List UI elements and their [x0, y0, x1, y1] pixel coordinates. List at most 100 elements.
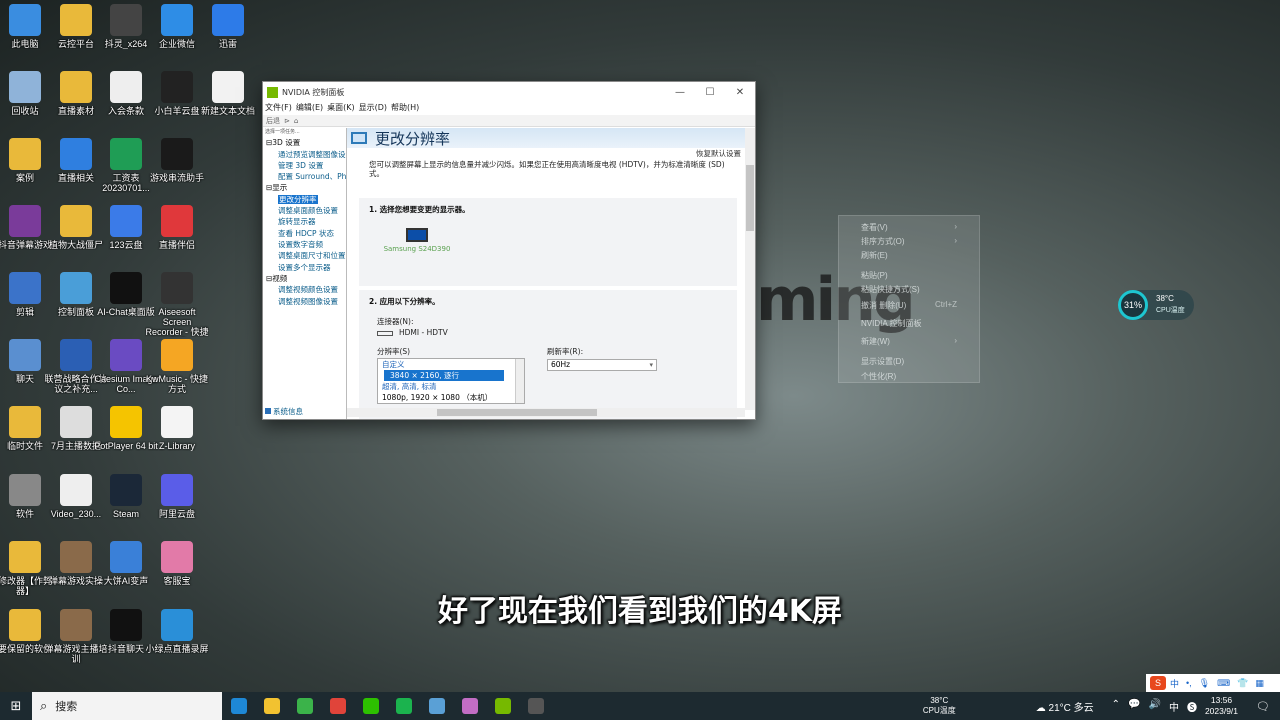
nvidia-control-panel-window[interactable]: NVIDIA 控制面板 — ☐ ✕ 文件(F) 编辑(E) 桌面(K) 显示(D) 帮助… — [262, 81, 756, 420]
refresh-label: 刷新率(R): — [547, 347, 584, 356]
taskbar-app-button[interactable] — [486, 692, 519, 720]
restore-defaults-link[interactable]: 恢复默认设置 — [347, 148, 755, 160]
cpu-temp-widget[interactable]: 31% 38°C CPU温度 — [1118, 290, 1194, 320]
context-menu-item[interactable]: 刷新(E) — [861, 250, 888, 261]
taskbar-app-button[interactable] — [321, 692, 354, 720]
context-menu-item[interactable]: 排序方式(O) — [861, 236, 905, 247]
listbox-scrollbar[interactable] — [515, 359, 524, 403]
tree-item[interactable]: 旋转显示器 — [263, 216, 346, 227]
context-menu-item[interactable]: 新建(W) — [861, 336, 890, 347]
ime-item[interactable]: 🎙 — [1199, 678, 1210, 689]
page-description: 您可以调整屏幕上显示的信息量并减少闪烁。如果您正在使用高清晰度电视 (HDTV)… — [369, 160, 725, 178]
resolution-option[interactable]: 3840 × 2160, 逐行 — [384, 370, 504, 381]
menu-item[interactable]: 桌面(K) — [327, 102, 355, 115]
menu-item[interactable]: 编辑(E) — [296, 102, 323, 115]
title-bar[interactable]: NVIDIA 控制面板 — ☐ ✕ — [263, 82, 755, 102]
taskbar-app-button[interactable] — [420, 692, 453, 720]
tray-icon[interactable]: 💬 — [1128, 699, 1140, 714]
search-icon: ⌕ — [40, 698, 48, 713]
vscroll-thumb[interactable] — [746, 165, 754, 231]
ime-toolbar[interactable]: S 中 •, 🎙 ⌨ 👕 ▦ — [1146, 674, 1280, 692]
tree-item-label: 调整桌面尺寸和位置 — [278, 251, 346, 261]
taskbar-app-button[interactable] — [387, 692, 420, 720]
ime-item[interactable]: 👕 — [1237, 678, 1248, 689]
tree-item[interactable]: 通过预览调整图像设置 — [263, 149, 346, 160]
desktop-icon[interactable]: Aiseesoft Screen Recorder - 快捷方式 — [145, 272, 209, 338]
context-menu-item[interactable]: 查看(V) — [861, 222, 888, 233]
desktop-icon-label: 直播伴侣 — [158, 240, 195, 250]
weather-widget[interactable]: ☁ 21°C 多云 — [1036, 699, 1094, 714]
context-menu-item[interactable]: 撤消 删除(U) — [861, 300, 906, 311]
taskbar-app-button[interactable] — [288, 692, 321, 720]
taskbar-app-button[interactable] — [354, 692, 387, 720]
word-doc-icon — [60, 339, 92, 371]
ime-item[interactable]: •, — [1186, 678, 1192, 688]
back-button[interactable]: 后退 — [266, 116, 280, 126]
clock[interactable]: 13:56 2023/9/1 — [1205, 695, 1238, 717]
ime-item[interactable]: 中 — [1170, 677, 1179, 690]
taskbar-cpu-temp[interactable]: 38°C CPU温度 — [923, 696, 956, 716]
content-vscrollbar[interactable] — [745, 128, 755, 410]
ime-item[interactable]: ▦ — [1255, 678, 1264, 689]
tray-icon[interactable]: 🅢 — [1187, 699, 1197, 714]
tree-category[interactable]: ⊟3D 设置 — [263, 137, 346, 149]
tree-item[interactable]: 调整视频图像设置 — [263, 296, 346, 307]
sogou-logo-icon[interactable]: S — [1150, 676, 1166, 690]
tree-item[interactable]: 配置 Surround、PhysX — [263, 171, 346, 182]
desktop-icon[interactable]: 新建文本文档 — [196, 71, 260, 137]
forward-button[interactable]: ⊳ — [284, 117, 290, 125]
home-button[interactable]: ⌂ — [294, 117, 298, 125]
tree-item[interactable]: 管理 3D 设置 — [263, 160, 346, 171]
desktop-context-menu[interactable]: 查看(V) › 排序方式(O) › 刷新(E) 粘贴(P) 粘贴快捷方式(S) 撤消 删除(U… — [838, 215, 980, 383]
tray-icon[interactable]: 中 — [1169, 699, 1179, 714]
tree-category[interactable]: ⊟显示 — [263, 182, 346, 194]
content-hscrollbar[interactable] — [347, 408, 745, 417]
tree-category[interactable]: ⊟视频 — [263, 273, 346, 285]
software-icon — [9, 474, 41, 506]
tree-item[interactable]: 查看 HDCP 状态 — [263, 228, 346, 239]
context-menu-item[interactable]: NVIDIA 控制面板 — [861, 318, 921, 329]
context-menu-item[interactable]: 显示设置(D) — [861, 356, 904, 367]
minimize-button[interactable]: — — [665, 87, 695, 98]
play-icon — [60, 138, 92, 170]
refresh-rate-dropdown[interactable]: 60Hz — [547, 359, 657, 371]
maximize-button[interactable]: ☐ — [695, 87, 725, 98]
tree-item[interactable]: 设置数字音频 — [263, 239, 346, 250]
desktop-icon[interactable]: 直播伴侣 — [145, 205, 209, 271]
folder-icon — [9, 541, 41, 573]
tree-item[interactable]: 调整视频颜色设置 — [263, 284, 346, 295]
notification-icon[interactable]: 🗨 — [1256, 700, 1270, 713]
close-button[interactable]: ✕ — [725, 87, 755, 98]
system-info-link[interactable]: 系统信息 — [265, 406, 303, 417]
tree-item[interactable]: 设置多个显示器 — [263, 262, 346, 273]
taskbar-app-button[interactable] — [255, 692, 288, 720]
menu-item[interactable]: 显示(D) — [359, 102, 387, 115]
desktop-icon[interactable]: 迅雷 — [196, 4, 260, 70]
context-menu-item[interactable]: 个性化(R) — [861, 371, 896, 382]
ime-item[interactable]: ⌨ — [1217, 678, 1230, 689]
context-menu-item[interactable]: 粘贴快捷方式(S) — [861, 284, 920, 295]
desktop-icon[interactable]: KwMusic - 快捷方式 — [145, 339, 209, 405]
resolution-listbox[interactable]: 自定义 3840 × 2160, 逐行 超清, 高清, 标清 1080p, 1920 … — [377, 358, 525, 404]
resolution-option[interactable]: 1080p, 1920 × 1080 （本机） — [378, 392, 524, 403]
feather-icon — [428, 698, 445, 714]
chrome-icon — [329, 698, 346, 714]
start-button[interactable]: ⊞ — [0, 692, 32, 720]
context-menu-item[interactable]: 粘贴(P) — [861, 270, 888, 281]
tray-icon[interactable]: 🔊 — [1148, 699, 1160, 714]
tray-icon[interactable]: ⌃ — [1112, 699, 1120, 714]
hscroll-thumb[interactable] — [437, 409, 597, 416]
monitor-tile[interactable]: Samsung S24D390 — [379, 228, 455, 253]
taskbar-app-button[interactable] — [453, 692, 486, 720]
desktop-icon[interactable]: Z-Library — [145, 406, 209, 472]
desktop-icon[interactable]: 阿里云盘 — [145, 474, 209, 540]
tree-item-selected[interactable]: 更改分辨率 — [263, 194, 346, 205]
menu-item[interactable]: 帮助(H) — [391, 102, 419, 115]
search-box[interactable]: ⌕ 搜索 — [32, 692, 222, 720]
desktop-icon[interactable]: 游戏串流助手 — [145, 138, 209, 204]
taskbar-app-button[interactable] — [222, 692, 255, 720]
tree-item[interactable]: 调整桌面尺寸和位置 — [263, 250, 346, 261]
tree-item[interactable]: 调整桌面颜色设置 — [263, 205, 346, 216]
taskbar-app-button[interactable] — [519, 692, 552, 720]
menu-item[interactable]: 文件(F) — [265, 102, 292, 115]
